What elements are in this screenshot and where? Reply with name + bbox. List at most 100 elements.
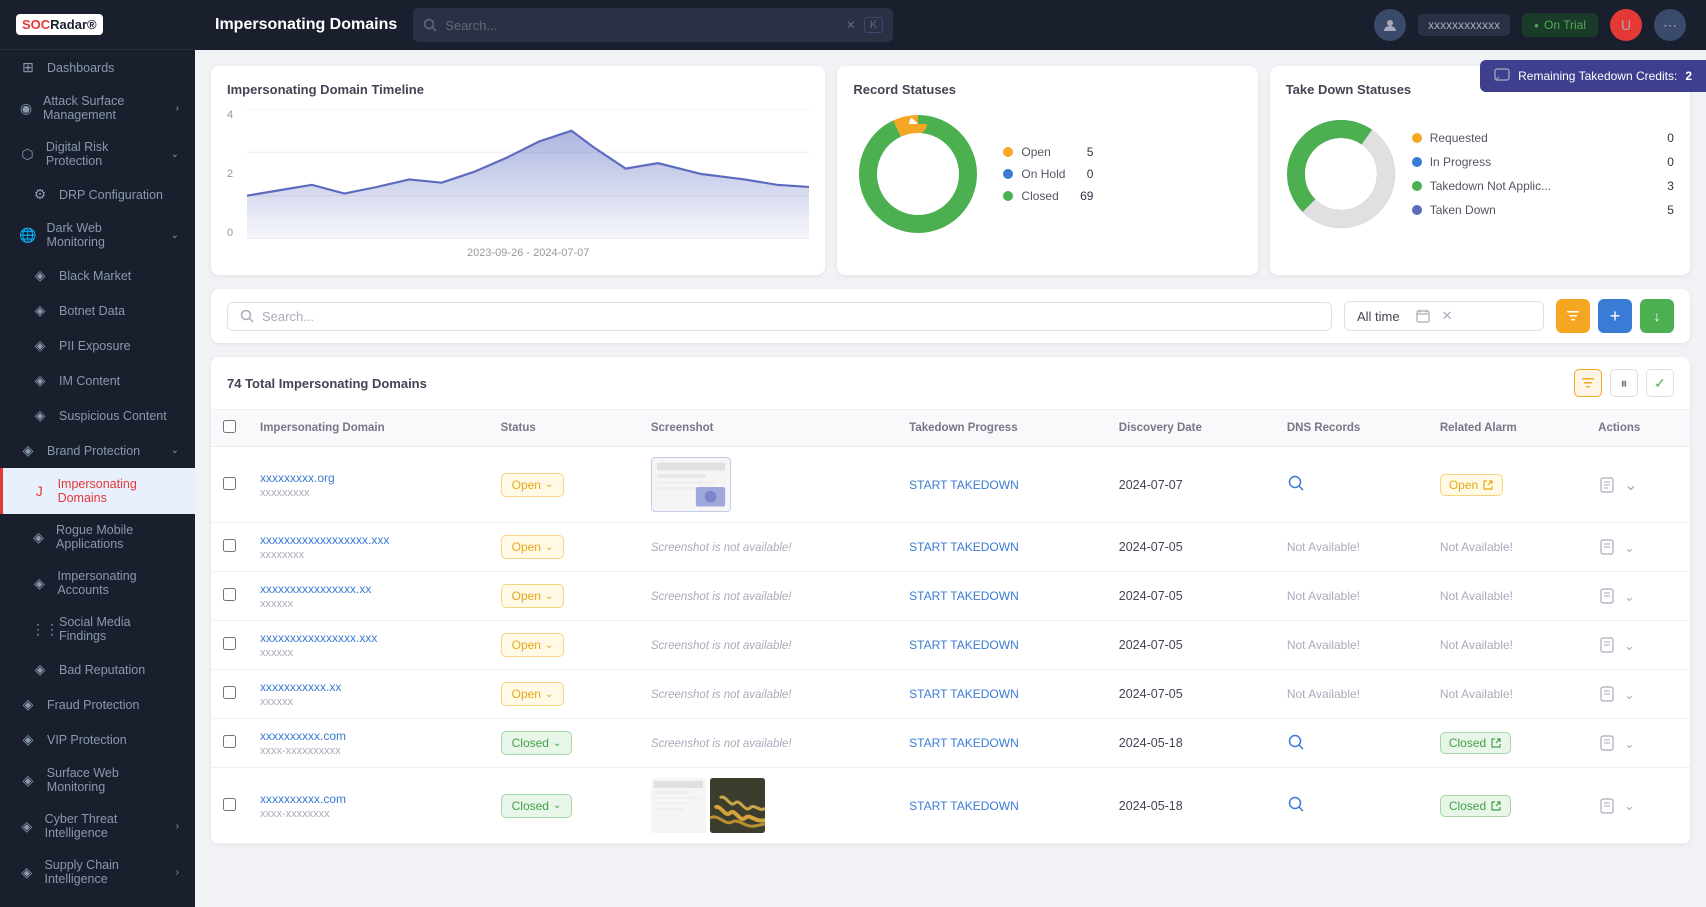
table-filter-active-btn[interactable] — [1574, 369, 1602, 397]
discovery-date: 2024-05-18 — [1107, 719, 1275, 768]
report-icon[interactable] — [1598, 797, 1616, 815]
domain-sub: xxxxxx — [260, 647, 293, 659]
start-takedown-btn[interactable]: START TAKEDOWN — [909, 478, 1019, 492]
domain-link[interactable]: xxxxxxxxxxxxxxxxxx.xxx — [260, 533, 477, 547]
table-check-btn[interactable]: ✓ — [1646, 369, 1674, 397]
sidebar-item-attack-surface[interactable]: ◉ Attack Surface Management › — [0, 85, 195, 131]
row-expand-icon[interactable]: ⌄ — [1624, 638, 1634, 653]
row-expand-icon[interactable]: ⌄ — [1624, 589, 1634, 604]
row-checkbox[interactable] — [223, 588, 236, 601]
takedown-container: Requested 0 In Progress 0 Takedown Not A… — [1286, 109, 1674, 239]
sidebar-item-digital-risk[interactable]: ⬡ Digital Risk Protection ⌄ — [0, 131, 195, 177]
report-icon[interactable] — [1598, 538, 1616, 556]
sidebar-item-brand-protection[interactable]: ◈ Brand Protection ⌄ — [0, 433, 195, 468]
filter-plus-btn[interactable]: + — [1598, 299, 1632, 333]
alarm-badge-closed[interactable]: Closed — [1440, 732, 1511, 754]
filter-orange-btn[interactable] — [1556, 299, 1590, 333]
filter-download-btn[interactable]: ↓ — [1640, 299, 1674, 333]
dns-search-icon[interactable] — [1287, 733, 1305, 751]
domain-link[interactable]: xxxxxxxxxxxxxxxx.xx — [260, 582, 477, 596]
report-icon[interactable] — [1598, 587, 1616, 605]
alarm-badge-open[interactable]: Open — [1440, 474, 1503, 496]
row-expand-icon[interactable]: ⌄ — [1624, 798, 1634, 813]
row-expand-icon[interactable]: ⌄ — [1624, 540, 1634, 555]
start-takedown-btn[interactable]: START TAKEDOWN — [909, 799, 1019, 813]
table-pause-btn[interactable]: ⏸ — [1610, 369, 1638, 397]
domain-link[interactable]: xxxxxxxxx.org — [260, 471, 477, 485]
sidebar-item-dark-web[interactable]: 🌐 Dark Web Monitoring ⌄ — [0, 212, 195, 258]
table-total-label: 74 Total Impersonating Domains — [227, 376, 427, 391]
dns-search-icon[interactable] — [1287, 795, 1305, 813]
sidebar-item-cyber-threat[interactable]: ◈ Cyber Threat Intelligence › — [0, 803, 195, 849]
report-icon[interactable] — [1598, 685, 1616, 703]
start-takedown-btn[interactable]: START TAKEDOWN — [909, 736, 1019, 750]
dns-search-icon[interactable] — [1287, 474, 1305, 492]
row-checkbox[interactable] — [223, 735, 236, 748]
user-avatar[interactable] — [1374, 9, 1406, 41]
notification-avatar[interactable]: U — [1610, 9, 1642, 41]
select-all-checkbox[interactable] — [223, 420, 236, 433]
status-badge-closed[interactable]: Closed ⌄ — [501, 794, 573, 818]
sidebar-item-social-media[interactable]: ⋮⋮ Social Media Findings — [0, 606, 195, 652]
sidebar-item-botnet-data[interactable]: ◈ Botnet Data — [0, 293, 195, 328]
supply-chain-icon: ◈ — [19, 864, 34, 881]
sidebar-item-pii-exposure[interactable]: ◈ PII Exposure — [0, 328, 195, 363]
status-badge[interactable]: Open ⌄ — [501, 682, 565, 706]
discovery-date: 2024-07-05 — [1107, 523, 1275, 572]
col-alarm: Related Alarm — [1428, 410, 1586, 447]
domain-link[interactable]: xxxxxxxxxxxxxxxx.xxx — [260, 631, 477, 645]
status-badge[interactable]: Open ⌄ — [501, 584, 565, 608]
sidebar-item-rogue-mobile[interactable]: ◈ Rogue Mobile Applications — [0, 514, 195, 560]
date-filter[interactable]: All time ✕ — [1344, 301, 1544, 331]
sidebar-item-surface-web[interactable]: ◈ Surface Web Monitoring — [0, 757, 195, 803]
table-search-bar[interactable] — [227, 302, 1332, 331]
sidebar-item-fraud-protection[interactable]: ◈ Fraud Protection — [0, 687, 195, 722]
row-checkbox[interactable] — [223, 637, 236, 650]
settings-avatar[interactable]: ⋯ — [1654, 9, 1686, 41]
status-badge[interactable]: Open ⌄ — [501, 633, 565, 657]
sidebar-item-vip-protection[interactable]: ◈ VIP Protection — [0, 722, 195, 757]
start-takedown-btn[interactable]: START TAKEDOWN — [909, 687, 1019, 701]
start-takedown-btn[interactable]: START TAKEDOWN — [909, 589, 1019, 603]
sidebar-item-im-content[interactable]: ◈ IM Content — [0, 363, 195, 398]
record-statuses-card: Record Statuses Open 5 — [837, 66, 1257, 275]
date-clear-icon[interactable]: ✕ — [1442, 308, 1453, 324]
alarm-badge-closed[interactable]: Closed — [1440, 795, 1511, 817]
report-icon[interactable] — [1598, 636, 1616, 654]
row-checkbox[interactable] — [223, 477, 236, 490]
global-search-input[interactable] — [445, 18, 838, 33]
status-badge-closed[interactable]: Closed ⌄ — [501, 731, 573, 755]
chevron-down-icon-3: ⌄ — [171, 445, 179, 456]
domain-link[interactable]: xxxxxxxxxx.com — [260, 792, 477, 806]
timeline-date-range: 2023-09-26 - 2024-07-07 — [247, 247, 809, 259]
row-checkbox[interactable] — [223, 539, 236, 552]
sidebar-item-incidents[interactable]: ◈ Incidents › — [0, 895, 195, 907]
row-expand-icon[interactable]: ⌄ — [1624, 736, 1634, 751]
search-clear-icon[interactable]: ✕ — [846, 18, 856, 32]
start-takedown-btn[interactable]: START TAKEDOWN — [909, 638, 1019, 652]
vip-icon: ◈ — [19, 731, 37, 748]
row-expand-icon[interactable]: ⌄ — [1624, 475, 1637, 495]
sidebar-item-suspicious[interactable]: ◈ Suspicious Content — [0, 398, 195, 433]
sidebar-item-impersonating-accounts[interactable]: ◈ Impersonating Accounts — [0, 560, 195, 606]
report-icon[interactable] — [1598, 734, 1616, 752]
sidebar-item-dashboards[interactable]: ⊞ Dashboards — [0, 50, 195, 85]
row-checkbox[interactable] — [223, 686, 236, 699]
report-icon[interactable] — [1598, 476, 1616, 494]
sidebar-item-supply-chain[interactable]: ◈ Supply Chain Intelligence › — [0, 849, 195, 895]
start-takedown-btn[interactable]: START TAKEDOWN — [909, 540, 1019, 554]
global-search-bar[interactable]: ✕ K — [413, 8, 893, 42]
domain-link[interactable]: xxxxxxxxxx.com — [260, 729, 477, 743]
status-badge[interactable]: Open ⌄ — [501, 535, 565, 559]
sidebar-item-bad-reputation[interactable]: ◈ Bad Reputation — [0, 652, 195, 687]
row-checkbox[interactable] — [223, 798, 236, 811]
row-expand-icon[interactable]: ⌄ — [1624, 687, 1634, 702]
status-button[interactable]: ● On Trial — [1522, 13, 1598, 37]
status-badge-open[interactable]: Open ⌄ — [501, 473, 565, 497]
sidebar-item-drp-config[interactable]: ⚙ DRP Configuration — [0, 177, 195, 212]
sidebar-item-black-market[interactable]: ◈ Black Market — [0, 258, 195, 293]
no-screenshot-text: Screenshot is not available! — [651, 689, 792, 701]
domain-link[interactable]: xxxxxxxxxxx.xx — [260, 680, 477, 694]
table-search-input[interactable] — [262, 309, 1319, 324]
sidebar-item-impersonating-domains[interactable]: J Impersonating Domains — [0, 468, 195, 514]
